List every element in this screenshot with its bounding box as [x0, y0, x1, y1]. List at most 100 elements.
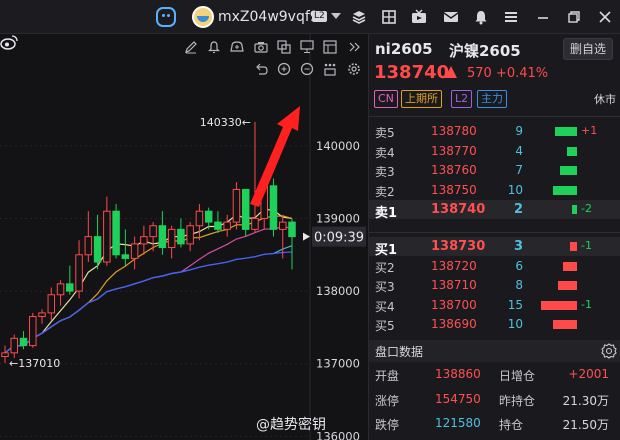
- settings-icon[interactable]: [347, 62, 361, 76]
- market-tag-cn: CN: [374, 90, 398, 108]
- level-volume: 10: [507, 182, 523, 197]
- layout-icon[interactable]: [323, 40, 337, 54]
- low-label: ←137010: [9, 357, 60, 370]
- level-label: 买5: [375, 319, 395, 333]
- stats-row: 跌停 121580 持仓 21.50万: [369, 412, 620, 436]
- candle-body: [177, 228, 185, 245]
- level-label: 卖5: [375, 126, 395, 140]
- bid-row[interactable]: 买1 138730 3 -1: [369, 237, 620, 258]
- stat-label: 跌停: [375, 418, 400, 432]
- level-price: 138760: [431, 163, 477, 177]
- username[interactable]: mxZ04w9vqf9: [218, 9, 319, 25]
- menu-icon[interactable]: [503, 9, 519, 25]
- collapse-icon[interactable]: [347, 40, 361, 54]
- bell-plus-icon[interactable]: [230, 40, 244, 54]
- gear-icon[interactable]: [601, 343, 617, 359]
- candle-body: [75, 254, 83, 292]
- stat-label: 日增仓: [499, 369, 536, 383]
- volume-bar: [541, 300, 577, 310]
- kline-svg[interactable]: 140000139000138000137000136000 140330←←1…: [0, 34, 368, 440]
- video-icon[interactable]: [411, 9, 427, 25]
- price-change: 570 +0.41%: [467, 66, 549, 81]
- arrow-up-icon: [445, 66, 457, 78]
- volume-delta: -1: [581, 239, 592, 252]
- copy-icon[interactable]: [277, 40, 291, 54]
- chevron-down-icon[interactable]: [331, 13, 341, 19]
- bell-icon[interactable]: [207, 40, 221, 54]
- candle-body: [251, 217, 259, 230]
- level-price: 138780: [431, 124, 477, 138]
- remove-favorite-button[interactable]: 删自选: [563, 38, 613, 60]
- candle-body: [84, 236, 93, 256]
- layers-icon[interactable]: [351, 9, 367, 25]
- level-price: 138730: [431, 239, 486, 254]
- volume-bar: [560, 166, 577, 175]
- edit-icon[interactable]: [184, 40, 198, 54]
- candle-body: [47, 294, 56, 314]
- stat-value: 21.50万: [562, 418, 609, 432]
- volume-bar: [557, 281, 577, 290]
- volume-bar: [572, 205, 577, 214]
- candle-body: [232, 188, 241, 223]
- grid-icon[interactable]: [381, 9, 397, 25]
- stat-value: +2001: [568, 367, 609, 381]
- restore-icon[interactable]: [566, 9, 582, 25]
- close-icon[interactable]: [597, 9, 613, 25]
- ask-row[interactable]: 卖3 138760 7: [369, 161, 620, 180]
- high-label: 140330←: [200, 116, 251, 129]
- bid-row[interactable]: 买2 138720 6: [369, 257, 620, 276]
- ask-row[interactable]: 卖5 138780 9 +1: [369, 122, 620, 141]
- zoom-in-icon[interactable]: [277, 62, 291, 76]
- level-label: 卖1: [375, 206, 398, 221]
- level-label: 买1: [375, 243, 398, 258]
- candle-body: [223, 221, 231, 230]
- candle-body: [204, 210, 213, 223]
- stat-label: 涨停: [375, 393, 400, 408]
- level-label: 买2: [375, 260, 395, 275]
- stat-value: 138860: [435, 367, 481, 381]
- candle-body: [241, 188, 250, 230]
- y-tick-label: 137000: [316, 357, 360, 371]
- ask-row[interactable]: 卖2 138750 10: [369, 181, 620, 200]
- zoom-out-icon[interactable]: [300, 62, 314, 76]
- ask-row[interactable]: 卖1 138740 2 -2: [369, 200, 620, 221]
- ma10-line: [4, 215, 293, 354]
- ma5-line: [4, 208, 293, 354]
- candle-body: [93, 236, 102, 263]
- stat-label: 开盘: [375, 369, 400, 383]
- candle-body: [130, 243, 139, 259]
- candle-body: [158, 225, 167, 249]
- undo-icon[interactable]: [254, 62, 268, 76]
- bid-row[interactable]: 买5 138690 10: [369, 315, 620, 334]
- candle-body: [1, 352, 9, 357]
- level-price: 138750: [431, 182, 477, 197]
- section-header[interactable]: 盘口数据: [369, 340, 620, 362]
- level-volume: 9: [515, 124, 523, 138]
- mail-icon[interactable]: [443, 9, 459, 25]
- candle-body: [121, 254, 130, 259]
- kline-chart[interactable]: 140000 139000 138000 137000 136000 140330← ←1…: [0, 34, 368, 440]
- candle-body: [167, 228, 176, 249]
- candle-body: [38, 312, 46, 318]
- candle-body: [10, 337, 19, 354]
- monitor-icon[interactable]: [300, 40, 314, 54]
- level-volume: 6: [515, 258, 523, 273]
- minimize-icon[interactable]: [535, 9, 551, 25]
- candle-body: [214, 221, 222, 230]
- app-logo-icon[interactable]: [156, 7, 176, 27]
- level-volume: 4: [515, 143, 523, 158]
- candle-body: [278, 221, 287, 230]
- level-label: 卖4: [375, 145, 395, 160]
- tools-icon[interactable]: [323, 62, 337, 76]
- ask-row[interactable]: 卖4 138770 4: [369, 142, 620, 161]
- level-price: 138720: [431, 258, 477, 273]
- main-contract-tag: 主力: [477, 90, 507, 108]
- bid-row[interactable]: 买3 138710 8: [369, 276, 620, 295]
- level-volume: 8: [515, 278, 523, 292]
- candle-body: [195, 210, 204, 227]
- camera-icon[interactable]: [254, 40, 268, 54]
- bid-row[interactable]: 买4 138700 15 -1: [369, 296, 620, 315]
- avatar[interactable]: [192, 6, 214, 28]
- level-volume: 15: [507, 297, 523, 312]
- bell-icon[interactable]: [473, 9, 489, 25]
